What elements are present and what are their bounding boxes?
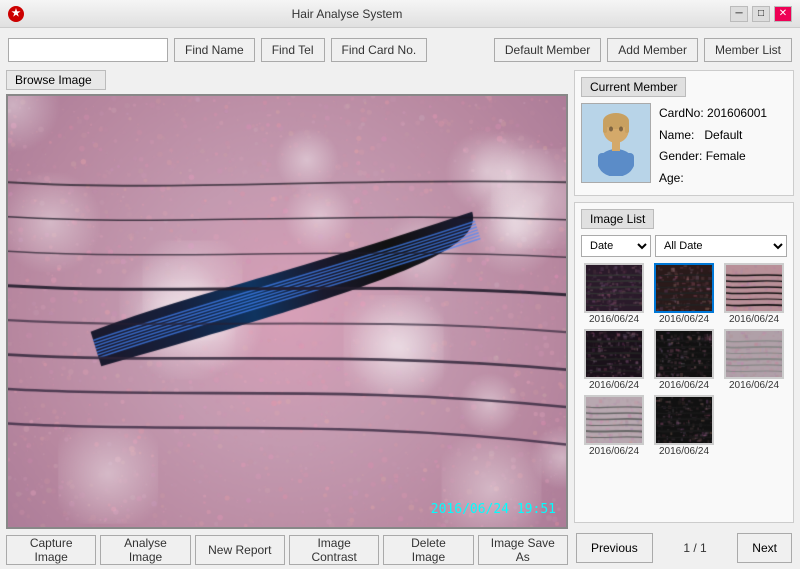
toolbar: Find Name Find Tel Find Card No. Default… <box>6 34 794 66</box>
default-member-button[interactable]: Default Member <box>494 38 601 62</box>
thumbnail-canvas <box>656 397 714 445</box>
gender-label: Gender: <box>659 149 702 163</box>
thumbnail-image <box>584 395 644 445</box>
thumbnail-canvas <box>586 331 644 379</box>
member-avatar <box>581 103 651 183</box>
close-button[interactable]: ✕ <box>774 6 792 22</box>
thumbnail-date: 2016/06/24 <box>729 380 779 391</box>
thumbnail-item[interactable]: 2016/06/24 <box>721 263 787 325</box>
thumbnail-date: 2016/06/24 <box>659 446 709 457</box>
toolbar-right: Default Member Add Member Member List <box>494 38 792 62</box>
date-value-select[interactable]: All Date <box>655 235 787 257</box>
content-area: Browse Image 2016/06/24 19:51 Capture Im… <box>6 70 794 567</box>
find-tel-button[interactable]: Find Tel <box>261 38 325 62</box>
gender-value: Female <box>706 149 746 163</box>
thumbnail-date: 2016/06/24 <box>589 314 639 325</box>
thumbnail-canvas <box>586 397 644 445</box>
image-contrast-button[interactable]: Image Contrast <box>289 535 379 565</box>
image-timestamp: 2016/06/24 19:51 <box>431 502 556 517</box>
thumbnail-image <box>654 395 714 445</box>
new-report-button[interactable]: New Report <box>195 535 285 565</box>
card-no-value: 201606001 <box>707 106 767 120</box>
analyse-image-button[interactable]: Analyse Image <box>100 535 190 565</box>
title-bar: ★ Hair Analyse System ─ □ ✕ <box>0 0 800 28</box>
minimize-button[interactable]: ─ <box>730 6 748 22</box>
thumbnail-date: 2016/06/24 <box>659 380 709 391</box>
find-card-no-button[interactable]: Find Card No. <box>331 38 428 62</box>
member-info: CardNo: 201606001 Name: Default Gender: … <box>581 103 787 189</box>
image-list-section: Image List Date All Date 2016/06/242016/… <box>574 202 794 523</box>
filter-row: Date All Date <box>581 235 787 257</box>
member-details: CardNo: 201606001 Name: Default Gender: … <box>659 103 787 189</box>
current-member-label: Current Member <box>581 77 686 97</box>
current-member-section: Current Member <box>574 70 794 196</box>
thumbnail-canvas <box>656 265 714 313</box>
delete-image-button[interactable]: Delete Image <box>383 535 473 565</box>
add-member-button[interactable]: Add Member <box>607 38 698 62</box>
find-name-button[interactable]: Find Name <box>174 38 255 62</box>
right-panel: Current Member <box>574 70 794 567</box>
thumbnail-item[interactable]: 2016/06/24 <box>581 329 647 391</box>
next-button[interactable]: Next <box>737 533 792 563</box>
window-controls[interactable]: ─ □ ✕ <box>730 6 792 22</box>
gender-row: Gender: Female <box>659 146 787 168</box>
thumbnail-item[interactable]: 2016/06/24 <box>651 395 717 457</box>
thumbnail-item[interactable]: 2016/06/24 <box>651 329 717 391</box>
thumbnail-item[interactable]: 2016/06/24 <box>581 395 647 457</box>
thumbnail-image <box>584 329 644 379</box>
image-save-as-button[interactable]: Image Save As <box>478 535 568 565</box>
thumbnail-image <box>724 263 784 313</box>
thumbnail-date: 2016/06/24 <box>589 446 639 457</box>
search-input[interactable] <box>8 38 168 62</box>
thumbnail-image <box>654 263 714 313</box>
thumbnail-item[interactable]: 2016/06/24 <box>581 263 647 325</box>
card-no-label: CardNo: <box>659 106 704 120</box>
thumbnail-item[interactable]: 2016/06/24 <box>721 329 787 391</box>
name-label: Name: <box>659 128 694 142</box>
thumbnail-item[interactable]: 2016/06/24 <box>651 263 717 325</box>
thumbnail-image <box>724 329 784 379</box>
thumbnail-date: 2016/06/24 <box>589 380 639 391</box>
maximize-button[interactable]: □ <box>752 6 770 22</box>
thumbnail-image <box>654 329 714 379</box>
thumbnail-canvas <box>656 331 714 379</box>
previous-button[interactable]: Previous <box>576 533 653 563</box>
card-no-row: CardNo: 201606001 <box>659 103 787 125</box>
age-label: Age: <box>659 171 684 185</box>
page-indicator: 1 / 1 <box>677 541 712 555</box>
image-list-label: Image List <box>581 209 654 229</box>
window-title: Hair Analyse System <box>0 7 730 21</box>
thumbnail-date: 2016/06/24 <box>729 314 779 325</box>
capture-image-button[interactable]: Capture Image <box>6 535 96 565</box>
left-panel: Browse Image 2016/06/24 19:51 Capture Im… <box>6 70 568 567</box>
date-type-select[interactable]: Date <box>581 235 651 257</box>
main-image-canvas <box>8 96 566 527</box>
thumbnail-date: 2016/06/24 <box>659 314 709 325</box>
name-value: Default <box>704 128 742 142</box>
image-display: 2016/06/24 19:51 <box>6 94 568 529</box>
name-row: Name: Default <box>659 125 787 147</box>
thumbnail-canvas <box>726 265 784 313</box>
member-list-button[interactable]: Member List <box>704 38 792 62</box>
bottom-buttons: Capture Image Analyse Image New Report I… <box>6 533 568 567</box>
main-container: Find Name Find Tel Find Card No. Default… <box>0 28 800 569</box>
browse-image-label: Browse Image <box>6 70 106 90</box>
navigation-row: Previous 1 / 1 Next <box>574 529 794 567</box>
thumbnail-image <box>584 263 644 313</box>
thumbnail-canvas <box>586 265 644 313</box>
avatar-icon <box>591 111 641 176</box>
thumbnail-canvas <box>726 331 784 379</box>
age-row: Age: <box>659 168 787 190</box>
thumbnail-grid: 2016/06/24 2016/06/24 2016/06/24 2016/06/24… <box>581 263 787 457</box>
